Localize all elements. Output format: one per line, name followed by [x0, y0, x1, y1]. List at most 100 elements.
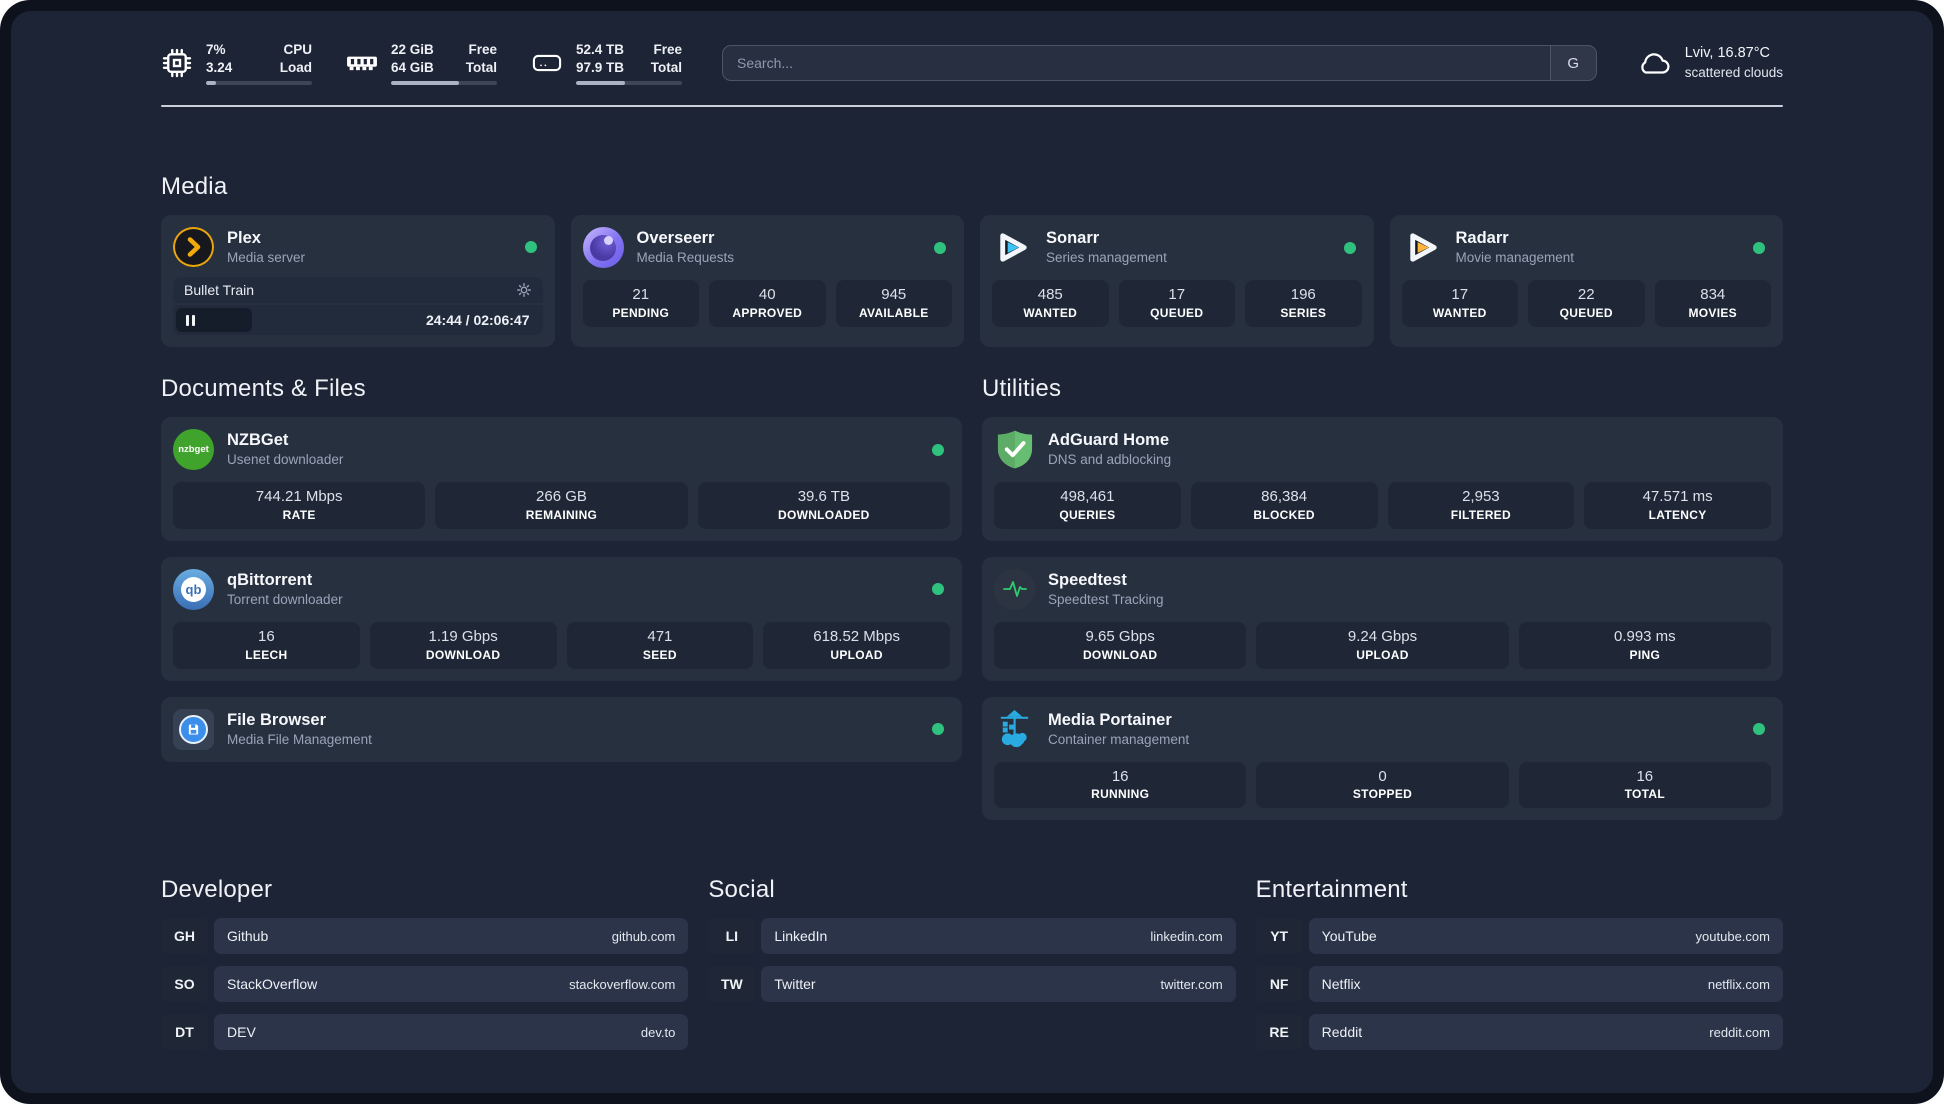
cloud-icon: [1640, 53, 1670, 74]
card-overseerr[interactable]: Overseerr Media Requests 21 PENDING 40 APP…: [570, 215, 964, 347]
bookmark-abbr: NF: [1255, 966, 1303, 1003]
stat-leech: 16 LEECH: [173, 621, 360, 669]
nzbget-icon: nzbget: [173, 429, 214, 470]
stat-wanted: 17 WANTED: [1401, 280, 1518, 327]
qbittorrent-icon: qb: [173, 568, 214, 610]
memory-progress-track: [391, 81, 497, 86]
stat-approved: 40 APPROVED: [709, 280, 826, 327]
card-nzbget[interactable]: nzbget NZBGet Usenet downloader 744.21 M…: [161, 417, 962, 541]
storage-progress-track: [576, 81, 682, 86]
bookmark-name: Reddit: [1321, 1024, 1363, 1041]
app-title: File Browser: [227, 710, 327, 729]
card-portainer[interactable]: Media Portainer Container management 16 R…: [982, 696, 1783, 821]
stat-available: 945 AVAILABLE: [835, 280, 952, 327]
bookmark-group-social: Social LI LinkedIn linkedin.com TW Twitt…: [708, 876, 1236, 1062]
bookmark-name: Netflix: [1321, 976, 1361, 993]
storage-icon: [531, 47, 563, 79]
memory-progress-fill: [391, 81, 459, 86]
cpu-labels: CPU Load: [279, 41, 312, 75]
bookmark-url: dev.to: [640, 1024, 676, 1040]
app-subtitle: Container management: [1048, 731, 1190, 747]
stat-queries: 498,461 QUERIES: [994, 482, 1181, 529]
search-input[interactable]: [723, 46, 1550, 80]
bookmark-netflix[interactable]: NF Netflix netflix.com: [1255, 966, 1783, 1003]
app-title: Overseerr: [636, 229, 715, 247]
bookmark-youtube[interactable]: YT YouTube youtube.com: [1255, 918, 1783, 955]
status-online-dot: [932, 583, 944, 596]
bookmark-url: stackoverflow.com: [569, 976, 676, 992]
bookmark-linkedin[interactable]: LI LinkedIn linkedin.com: [708, 918, 1236, 955]
bookmark-reddit[interactable]: RE Reddit reddit.com: [1255, 1014, 1783, 1051]
plex-icon: [173, 227, 214, 267]
top-bar: 7% 3.24 CPU Load 22 GiB 64 GiB Free Tota…: [161, 35, 1783, 91]
now-playing-title: Bullet Train: [184, 282, 255, 298]
stat-downloaded: 39.6 TB DOWNLOADED: [697, 482, 950, 529]
stat-latency: 47.571 ms LATENCY: [1584, 482, 1771, 529]
overseerr-icon: [582, 227, 624, 268]
card-sonarr[interactable]: Sonarr Series management 485 WANTED 17 QUE…: [980, 215, 1374, 347]
section-title-utilities: Utilities: [982, 375, 1062, 402]
stat-rate: 744.21 Mbps RATE: [173, 482, 426, 529]
bookmark-abbr: GH: [161, 918, 208, 955]
app-subtitle: Media Requests: [636, 250, 735, 266]
status-online-dot: [932, 723, 944, 735]
stat-total: 16 TOTAL: [1518, 761, 1771, 809]
app-title: AdGuard Home: [1048, 431, 1170, 449]
stat-pending: 21 PENDING: [582, 280, 699, 327]
card-qbittorrent[interactable]: qb qBittorrent Torrent downloader 16 LEEC…: [161, 556, 962, 681]
app-subtitle: Media File Management: [227, 731, 372, 747]
stat-queued: 17 QUEUED: [1118, 280, 1235, 327]
weather-widget[interactable]: Lviv, 16.87°C scattered clouds: [1635, 44, 1783, 82]
memory-values: 22 GiB 64 GiB: [391, 41, 434, 75]
section-title-entertainment: Entertainment: [1255, 876, 1408, 904]
card-speedtest[interactable]: Speedtest Speedtest Tracking 9.65 Gbps DO…: [982, 556, 1783, 681]
bookmark-abbr: SO: [161, 966, 208, 1003]
cpu-widget: 7% 3.24 CPU Load: [161, 41, 312, 86]
card-filebrowser[interactable]: File Browser Media File Management: [161, 696, 962, 762]
bookmark-url: youtube.com: [1695, 928, 1770, 944]
search-engine-button[interactable]: G: [1549, 46, 1596, 80]
storage-widget: 52.4 TB 97.9 TB Free Total: [531, 41, 682, 86]
stat-movies: 834 MOVIES: [1654, 280, 1771, 327]
stat-blocked: 86,384 BLOCKED: [1190, 482, 1378, 529]
sonarr-icon: [992, 227, 1033, 268]
cpu-progress-fill: [206, 81, 216, 86]
stat-running: 16 RUNNING: [994, 761, 1247, 809]
status-online-dot: [1753, 723, 1765, 735]
plex-now-playing: Bullet Train 24:44 / 02:06:47: [173, 277, 543, 335]
section-title-documents: Documents & Files: [161, 375, 366, 402]
filebrowser-icon: [173, 708, 214, 750]
search-bar: G: [722, 45, 1597, 81]
section-title-developer: Developer: [161, 876, 273, 904]
bookmark-group-developer: Developer GH Github github.com SO StackO…: [161, 876, 689, 1062]
bookmark-dev[interactable]: DT DEV dev.to: [161, 1014, 689, 1051]
card-adguard[interactable]: AdGuard Home DNS and adblocking 498,461 Q…: [982, 417, 1783, 541]
pause-button[interactable]: [176, 308, 253, 332]
app-title: qBittorrent: [227, 570, 313, 589]
bookmark-url: github.com: [611, 928, 676, 944]
radarr-icon: [1402, 227, 1443, 268]
card-radarr[interactable]: Radarr Movie management 17 WANTED 22 QUEUE…: [1389, 215, 1783, 347]
app-title: Sonarr: [1046, 229, 1100, 247]
portainer-icon: [994, 709, 1035, 750]
stat-queued: 22 QUEUED: [1528, 280, 1645, 327]
stat-download: 1.19 Gbps DOWNLOAD: [369, 621, 557, 669]
memory-widget: 22 GiB 64 GiB Free Total: [346, 41, 497, 86]
storage-progress-fill: [576, 81, 625, 86]
bookmark-twitter[interactable]: TW Twitter twitter.com: [708, 966, 1236, 1003]
bookmark-stackoverflow[interactable]: SO StackOverflow stackoverflow.com: [161, 966, 689, 1003]
gear-icon[interactable]: [516, 282, 532, 298]
bookmark-name: Twitter: [774, 976, 816, 993]
bookmark-name: StackOverflow: [227, 976, 318, 993]
card-plex[interactable]: Plex Media server Bullet Train 24:44 / 0…: [161, 215, 555, 347]
memory-labels: Free Total: [465, 41, 497, 75]
app-title: Radarr: [1455, 229, 1509, 247]
bookmark-github[interactable]: GH Github github.com: [161, 918, 689, 955]
app-title: Speedtest: [1048, 570, 1127, 589]
weather-condition: scattered clouds: [1684, 64, 1783, 80]
section-title-social: Social: [708, 876, 775, 904]
status-online-dot: [932, 443, 944, 456]
storage-values: 52.4 TB 97.9 TB: [576, 41, 625, 75]
stat-remaining: 266 GB REMAINING: [435, 482, 688, 529]
pause-icon: [186, 314, 189, 326]
